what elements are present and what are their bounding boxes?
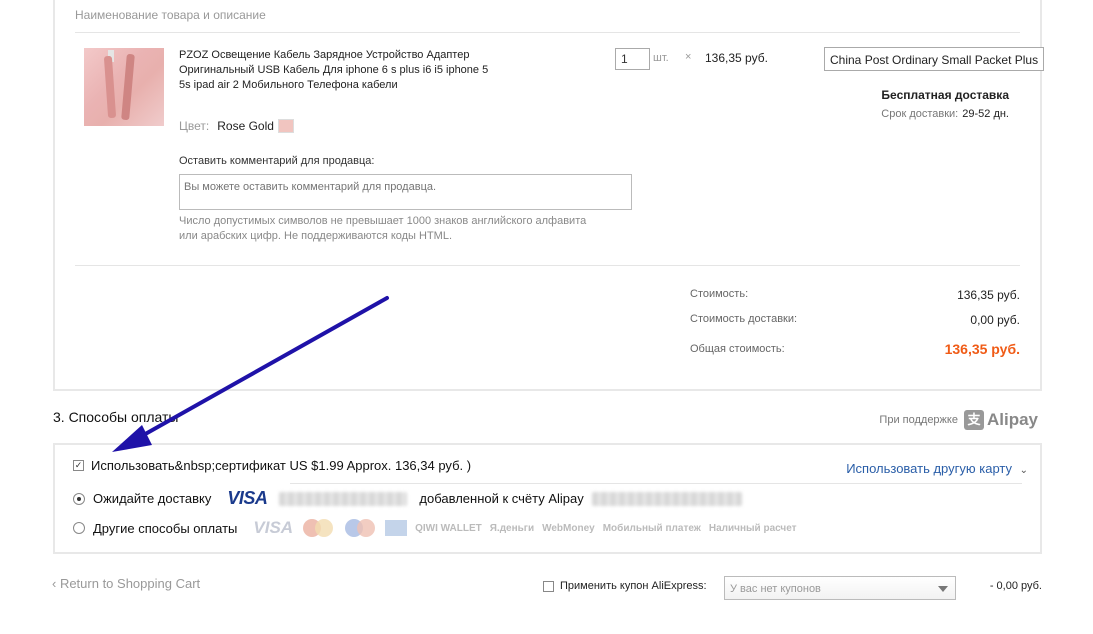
product-thumbnail[interactable] [84, 48, 164, 126]
return-to-cart-link[interactable]: ‹ Return to Shopping Cart [52, 576, 200, 591]
await-label: Ожидайте доставку [93, 491, 212, 506]
cash-payment-icon: Наличный расчет [708, 522, 797, 534]
payment-logos: VISA QIWI WALLET Я.деньги WebMoney Мобил… [253, 518, 797, 538]
alipay-icon: 支 [963, 410, 984, 430]
coupon-label: Применить купон AliExpress: [560, 580, 707, 592]
column-header: Наименование товара и описание [75, 8, 266, 22]
color-value: Rose Gold [217, 119, 274, 133]
coupon-checkbox[interactable] [543, 580, 554, 592]
payment-box: ✓ Использовать&nbsp;сертификат US $1.99 … [53, 443, 1042, 554]
product-title[interactable]: PZOZ Освещение Кабель Зарядное Устройств… [179, 48, 489, 93]
mastercard-icon [301, 518, 335, 538]
visa-icon: VISA [253, 518, 294, 537]
divider [290, 483, 1022, 484]
times-sign: × [685, 51, 692, 63]
other-methods-label: Другие способы оплаты [93, 520, 238, 536]
delivery-time: Срок доставки: 29-52 дн. [881, 108, 1009, 120]
coupon-option[interactable]: Применить купон AliExpress: [543, 580, 707, 592]
certificate-checkbox[interactable]: ✓ [73, 460, 84, 471]
cost-row: Стоимость: 136,35 руб. [690, 288, 1020, 302]
total-label: Общая стоимость: [690, 343, 785, 355]
masked-email [591, 491, 742, 506]
cost-label: Стоимость: [690, 288, 749, 300]
qiwi-wallet-icon: QIWI WALLET [415, 522, 482, 534]
cost-value: 136,35 руб. [957, 288, 1020, 302]
certificate-option[interactable]: ✓ Использовать&nbsp;сертификат US $1.99 … [73, 458, 471, 473]
powered-by-label: При поддержке [879, 414, 958, 426]
shipping-cost-row: Стоимость доставки: 0,00 руб. [690, 313, 1020, 327]
alipay-logo-text: Alipay [986, 410, 1038, 429]
chevron-down-icon [938, 586, 948, 592]
total-value: 136,35 руб. [944, 341, 1020, 357]
other-methods-radio[interactable] [73, 522, 85, 534]
other-card-label: Использовать другую карту [846, 461, 1012, 476]
alipay-logo: 支 Alipay [963, 410, 1038, 430]
maestro-icon [343, 518, 377, 538]
chevron-down-icon: ⌄ [1019, 465, 1028, 476]
coupon-select[interactable]: У вас нет купонов [724, 576, 956, 600]
order-box: Наименование товара и описание PZOZ Осве… [53, 0, 1044, 391]
certificate-label: Использовать&nbsp;сертификат US $1.99 Ap… [91, 458, 472, 473]
quantity-input[interactable]: 1 [615, 48, 650, 70]
unit-label: шт. [653, 52, 669, 64]
delivery-time-value: 29-52 дн. [962, 108, 1009, 120]
powered-by: При поддержке 支 Alipay [879, 410, 1038, 430]
visa-icon: VISA [227, 488, 268, 508]
color-swatch [277, 119, 294, 133]
coupon-amount: - 0,00 руб. [989, 580, 1042, 592]
other-card-link[interactable]: Использовать другую карту ⌄ [846, 461, 1028, 476]
color-label: Цвет: [179, 119, 210, 133]
mobile-payment-icon: Мобильный платеж [602, 522, 701, 534]
comment-hint: Число допустимых символов не превышает 1… [179, 215, 587, 242]
total-row: Общая стоимость: 136,35 руб. [690, 341, 1020, 357]
masked-card-number [279, 491, 408, 506]
yandex-money-icon: Я.деньги [489, 522, 535, 534]
unit-price: 136,35 руб. [705, 51, 768, 65]
amex-icon [385, 520, 408, 536]
product-color: Цвет: Rose Gold [179, 119, 294, 133]
shipping-method-select[interactable]: China Post Ordinary Small Packet Plus [824, 47, 1044, 71]
saved-card-option[interactable]: Ожидайте доставку VISA добавленной к счё… [73, 488, 742, 509]
comment-textarea[interactable] [179, 174, 632, 210]
webmoney-icon: WebMoney [542, 522, 595, 534]
divider [75, 32, 1020, 33]
shipping-cost-label: Стоимость доставки: [690, 313, 798, 325]
comment-label: Оставить комментарий для продавца: [179, 155, 375, 167]
coupon-select-value: У вас нет купонов [730, 583, 821, 595]
shipping-cost-value: 0,00 руб. [970, 313, 1020, 327]
delivery-time-label: Срок доставки: [881, 108, 959, 120]
other-methods-option[interactable]: Другие способы оплаты VISA QIWI WALLET Я… [73, 518, 797, 538]
added-label: добавленной к счёту Alipay [419, 491, 584, 506]
divider [75, 265, 1020, 266]
payment-section-title: 3. Способы оплаты [53, 409, 179, 425]
free-shipping-label: Бесплатная доставка [881, 88, 1009, 102]
saved-card-radio[interactable] [73, 492, 85, 505]
